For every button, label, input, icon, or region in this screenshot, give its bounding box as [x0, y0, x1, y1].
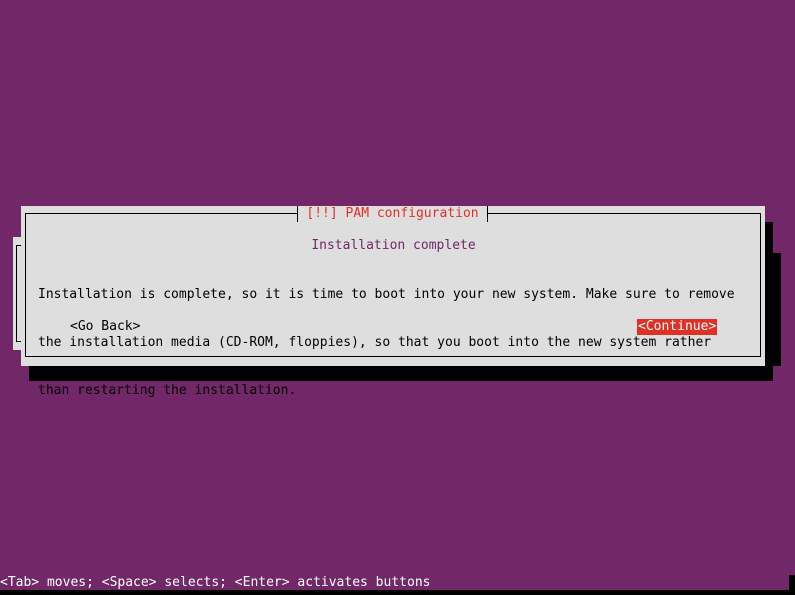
dialog-title-bar: [!!] PAM configuration — [0, 206, 795, 222]
dialog-message: Installation is complete, so it is time … — [38, 255, 758, 415]
status-bar-corner — [789, 575, 795, 595]
status-bar-edge — [0, 590, 795, 595]
dialog-heading: Installation complete — [311, 238, 476, 253]
message-line: the installation media (CD-ROM, floppies… — [38, 335, 712, 350]
dialog-title: [!!] PAM configuration — [297, 206, 488, 222]
message-line: Installation is complete, so it is time … — [38, 287, 735, 302]
continue-button[interactable]: <Continue> — [637, 319, 718, 335]
message-line: than restarting the installation. — [38, 383, 297, 398]
go-back-button[interactable]: <Go Back> — [70, 319, 140, 335]
keyboard-hint: <Tab> moves; <Space> selects; <Enter> ac… — [0, 575, 431, 590]
